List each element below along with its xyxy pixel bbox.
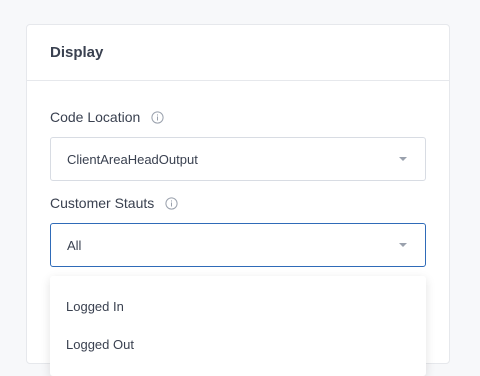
info-icon[interactable] — [165, 196, 178, 210]
code-location-label: Code Location — [50, 109, 141, 125]
option-logged-in[interactable]: Logged In — [50, 287, 426, 325]
option-logged-out[interactable]: Logged Out — [50, 325, 426, 363]
customer-status-label-row: Customer Stauts — [50, 195, 178, 211]
info-icon[interactable] — [151, 110, 164, 124]
code-location-select[interactable]: ClientAreaHeadOutput — [50, 137, 426, 181]
panel-header: Display — [27, 25, 449, 81]
code-location-value: ClientAreaHeadOutput — [67, 151, 198, 167]
customer-status-select[interactable]: All — [50, 223, 426, 267]
chevron-down-icon — [399, 157, 407, 161]
customer-status-value: All — [67, 237, 82, 253]
customer-status-label: Customer Stauts — [50, 195, 155, 211]
display-panel: Display Code Location ClientAreaHeadOutp… — [26, 24, 450, 376]
code-location-label-row: Code Location — [50, 109, 164, 125]
chevron-down-icon — [399, 243, 407, 247]
panel-title: Display — [50, 44, 104, 61]
customer-status-dropdown: Logged In Logged Out — [50, 276, 426, 376]
